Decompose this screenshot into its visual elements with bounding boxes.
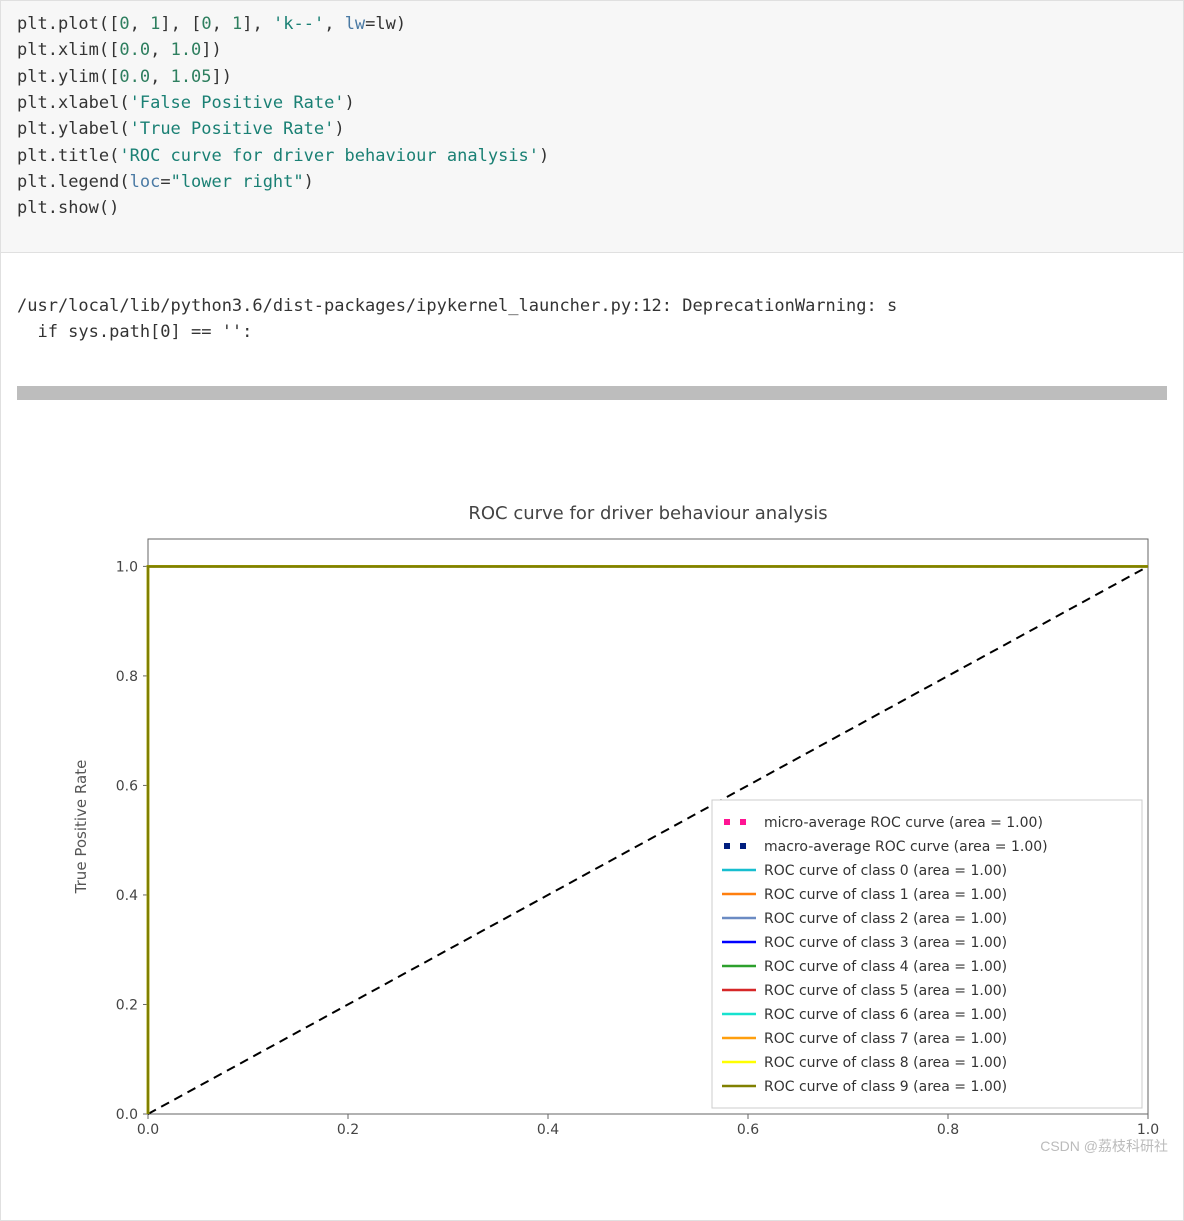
watermark: CSDN @荔枝科研社 [1040,1138,1168,1154]
output-cell: /usr/local/lib/python3.6/dist-packages/i… [0,253,1184,1221]
chart-container: 0.0 0.2 0.4 0.6 0.8 1.0 0.0 0.2 0.4 0.6 0.8 1.0 ROC … [17,473,1167,1194]
code-token: 0 [119,14,129,34]
code-token: .ylim([ [48,67,120,87]
legend-label: ROC curve of class 3 (area = 1.00) [764,935,1007,951]
code-token: 1.05 [171,67,212,87]
y-tick-label: 1.0 [116,560,138,576]
code-token: 0.0 [119,40,150,60]
legend-label: macro-average ROC curve (area = 1.00) [764,839,1048,855]
code-token: 'k--' [273,14,324,34]
code-token: 0 [201,14,211,34]
code-token: ) [304,172,314,192]
code-token: 1 [150,14,160,34]
code-token: , [212,14,232,34]
legend-label: ROC curve of class 6 (area = 1.00) [764,1007,1007,1023]
code-token: .xlabel( [48,93,130,113]
code-token: plt [17,93,48,113]
code-token: ]) [212,67,232,87]
code-token: .show() [48,198,120,218]
x-tick-label: 0.4 [537,1122,559,1138]
y-tick-label: 0.2 [116,998,138,1014]
code-token: plt [17,40,48,60]
code-token: 'ROC curve for driver behaviour analysis… [119,146,539,166]
code-token: lw [345,14,365,34]
code-cell: plt.plot([0, 1], [0, 1], 'k--', lw=lw) p… [0,0,1184,253]
code-token: plt [17,198,48,218]
legend-label: ROC curve of class 0 (area = 1.00) [764,863,1007,879]
code-token: plt [17,146,48,166]
code-token: 1 [232,14,242,34]
x-tick-label: 0.8 [937,1122,959,1138]
chart-title: ROC curve for driver behaviour analysis [468,503,827,524]
y-tick-label: 0.8 [116,669,138,685]
x-tick-label: 1.0 [1137,1122,1159,1138]
code-token: .ylabel( [48,119,130,139]
code-token: plt [17,67,48,87]
code-token: 1.0 [171,40,202,60]
y-tick-label: 0.6 [116,779,138,795]
code-token: .legend( [48,172,130,192]
legend-marker [724,843,730,849]
legend-label: ROC curve of class 5 (area = 1.00) [764,983,1007,999]
code-token: loc [130,172,161,192]
code-token: plt [17,119,48,139]
code-token: , [130,14,150,34]
roc-chart: 0.0 0.2 0.4 0.6 0.8 1.0 0.0 0.2 0.4 0.6 0.8 1.0 ROC … [58,499,1178,1159]
code-token: 'True Positive Rate' [130,119,335,139]
y-tick-label: 0.4 [116,888,138,904]
warning-line-2: if sys.path[0] == '': [17,322,252,342]
x-tick-label: 0.6 [737,1122,759,1138]
code-token: ) [539,146,549,166]
code-token: 0.0 [119,67,150,87]
legend-label: ROC curve of class 1 (area = 1.00) [764,887,1007,903]
code-token: .xlim([ [48,40,120,60]
code-token: = [160,172,170,192]
x-tick-label: 0.2 [337,1122,359,1138]
code-token: plt [17,14,48,34]
legend-label: ROC curve of class 7 (area = 1.00) [764,1031,1007,1047]
code-token: ], [242,14,273,34]
legend-label: micro-average ROC curve (area = 1.00) [764,815,1043,831]
code-token: .plot([ [48,14,120,34]
y-tick-label: 0.0 [116,1107,138,1123]
code-token: , [150,40,170,60]
y-axis-label: True Positive Rate [72,760,90,895]
x-tick-label: 0.0 [137,1122,159,1138]
progress-bar [17,386,1167,400]
code-token: ]) [201,40,221,60]
legend-marker [740,819,746,825]
code-token: ) [345,93,355,113]
legend-marker [740,843,746,849]
code-token: plt [17,172,48,192]
warning-line-1: /usr/local/lib/python3.6/dist-packages/i… [17,296,897,316]
code-token: ) [334,119,344,139]
legend-marker [724,819,730,825]
code-token: , [324,14,344,34]
code-token: 'False Positive Rate' [130,93,345,113]
code-token: , [150,67,170,87]
legend-label: ROC curve of class 4 (area = 1.00) [764,959,1007,975]
code-token: =lw) [365,14,406,34]
code-token: .title( [48,146,120,166]
legend-label: ROC curve of class 2 (area = 1.00) [764,911,1007,927]
legend-label: ROC curve of class 8 (area = 1.00) [764,1055,1007,1071]
code-token: ], [ [160,14,201,34]
code-token: "lower right" [171,172,304,192]
